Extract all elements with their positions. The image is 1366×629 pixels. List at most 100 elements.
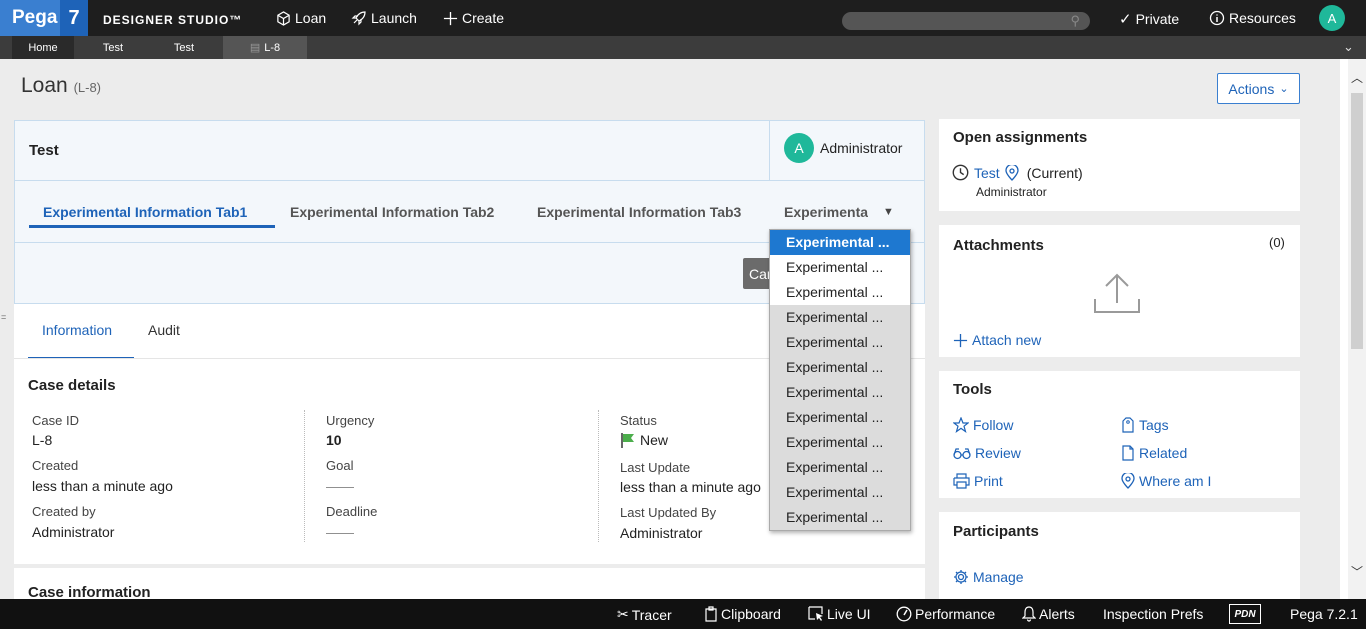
drag-handle-icon[interactable]: = bbox=[1, 312, 6, 322]
assignment-header: Test A Administrator bbox=[15, 121, 924, 181]
dropdown-item[interactable]: Experimental ... bbox=[770, 405, 910, 430]
assignment-link[interactable]: Test bbox=[974, 165, 1000, 181]
case-id-suffix: (L-8) bbox=[73, 80, 102, 95]
scrollbar[interactable]: ︿ ﹀ bbox=[1348, 59, 1366, 599]
tags-link[interactable]: Tags bbox=[1121, 417, 1169, 433]
pdn-button[interactable]: PDN bbox=[1229, 604, 1261, 624]
dropdown-item[interactable]: Experimental ... bbox=[770, 230, 910, 255]
nav-launch[interactable]: Launch bbox=[351, 10, 417, 26]
dropdown-item[interactable]: Experimental ... bbox=[770, 380, 910, 405]
related-link[interactable]: Related bbox=[1121, 445, 1187, 461]
related-label: Related bbox=[1139, 445, 1188, 461]
rocket-icon bbox=[351, 11, 366, 26]
chevron-down-icon[interactable]: ⌄ bbox=[1343, 39, 1354, 55]
assignment-owner: Administrator bbox=[976, 185, 1047, 199]
dropdown-item[interactable]: Experimental ... bbox=[770, 255, 910, 280]
dropdown-item[interactable]: Experimental ... bbox=[770, 280, 910, 305]
clipboard-icon bbox=[705, 606, 717, 622]
scroll-down-icon[interactable]: ﹀ bbox=[1351, 563, 1363, 580]
scroll-up-icon[interactable]: ︿ bbox=[1351, 69, 1363, 86]
dropdown-item[interactable]: Experimental ... bbox=[770, 480, 910, 505]
flag-icon bbox=[621, 433, 634, 448]
review-link[interactable]: Review bbox=[953, 445, 1021, 461]
dropdown-item[interactable]: Experimental ... bbox=[770, 305, 910, 330]
divider bbox=[598, 410, 599, 542]
status-label: Status bbox=[620, 413, 657, 428]
user-avatar[interactable]: A bbox=[1319, 5, 1345, 31]
tracer-button[interactable]: ✂ Tracer bbox=[617, 606, 672, 623]
bell-icon bbox=[1022, 606, 1036, 622]
inspection-prefs-label: Inspection Prefs bbox=[1103, 606, 1204, 622]
top-bar: Pega 7 DESIGNER STUDIO™ Loan Launch Crea… bbox=[0, 0, 1366, 36]
performance-button[interactable]: Performance bbox=[896, 606, 995, 622]
inspection-prefs-button[interactable]: Inspection Prefs bbox=[1103, 606, 1203, 622]
assignee-name: Administrator bbox=[820, 140, 903, 156]
tab-test-2[interactable]: Test bbox=[152, 36, 216, 59]
nav-launch-label: Launch bbox=[371, 10, 417, 26]
search-icon[interactable]: ⚲ bbox=[1070, 13, 1080, 29]
tab-information[interactable]: Information bbox=[42, 322, 112, 338]
triangle-down-icon[interactable]: ▼ bbox=[883, 206, 894, 218]
dropdown-item[interactable]: Experimental ... bbox=[770, 330, 910, 355]
cube-icon bbox=[277, 10, 290, 26]
scrollbar-thumb[interactable] bbox=[1351, 93, 1363, 349]
tab-experimental-4[interactable]: Experimenta bbox=[784, 204, 868, 220]
tab-l8[interactable]: ▤ L-8 bbox=[223, 36, 307, 59]
glasses-icon bbox=[953, 448, 971, 460]
document-icon bbox=[1122, 445, 1134, 461]
tab-test-1[interactable]: Test bbox=[80, 36, 146, 59]
case-information-panel: Case information bbox=[14, 568, 925, 601]
tab-overflow-dropdown[interactable]: Experimental ... Experimental ... Experi… bbox=[769, 229, 911, 531]
tab-experimental-2[interactable]: Experimental Information Tab2 bbox=[290, 204, 494, 220]
nav-create[interactable]: Create bbox=[443, 10, 504, 26]
review-label: Review bbox=[975, 445, 1021, 461]
location-pin-icon[interactable] bbox=[1005, 164, 1019, 181]
dropdown-item[interactable]: Experimental ... bbox=[770, 355, 910, 380]
manage-link[interactable]: Manage bbox=[953, 569, 1024, 585]
clipboard-label: Clipboard bbox=[721, 606, 781, 622]
last-update-value: less than a minute ago bbox=[620, 479, 761, 495]
created-label: Created bbox=[32, 458, 79, 473]
star-icon bbox=[953, 417, 969, 433]
tab-audit[interactable]: Audit bbox=[148, 322, 180, 338]
clipboard-button[interactable]: Clipboard bbox=[704, 606, 781, 622]
tab-experimental-3[interactable]: Experimental Information Tab3 bbox=[537, 204, 741, 220]
attachments-count: (0) bbox=[1269, 235, 1285, 250]
page-title: Loan (L-8) bbox=[21, 74, 101, 98]
assignment-item: Test (Current) bbox=[952, 164, 1083, 181]
print-link[interactable]: Print bbox=[953, 473, 1003, 489]
private-toggle[interactable]: ✓ Private bbox=[1119, 10, 1179, 28]
live-ui-label: Live UI bbox=[827, 606, 871, 622]
dropdown-item[interactable]: Experimental ... bbox=[770, 430, 910, 455]
pega-logo[interactable]: Pega 7 bbox=[0, 0, 88, 36]
attachments-heading: Attachments bbox=[953, 237, 1044, 254]
dropdown-item[interactable]: Experimental ... bbox=[770, 505, 910, 530]
attach-new-link[interactable]: Attach new bbox=[953, 332, 1041, 348]
resources-link[interactable]: Resources bbox=[1209, 10, 1296, 26]
upload-icon[interactable] bbox=[1092, 273, 1142, 315]
live-ui-button[interactable]: Live UI bbox=[808, 606, 871, 622]
nav-create-label: Create bbox=[462, 10, 505, 26]
current-label: (Current) bbox=[1026, 164, 1083, 181]
brand-title: DESIGNER STUDIO™ bbox=[103, 13, 243, 27]
tag-icon bbox=[1122, 417, 1134, 433]
open-assignments-panel: Open assignments Test (Current) Administ… bbox=[939, 119, 1300, 211]
check-icon: ✓ bbox=[1119, 11, 1132, 28]
tab-experimental-1[interactable]: Experimental Information Tab1 bbox=[43, 204, 247, 220]
actions-label: Actions bbox=[1228, 80, 1275, 97]
open-assignments-heading: Open assignments bbox=[953, 129, 1088, 146]
scissors-icon: ✂ bbox=[617, 606, 629, 622]
tab-home[interactable]: Home bbox=[12, 36, 74, 59]
nav-loan[interactable]: Loan bbox=[276, 10, 326, 26]
logo-text: Pega bbox=[12, 7, 58, 28]
where-am-i-link[interactable]: Where am I bbox=[1121, 473, 1211, 489]
follow-link[interactable]: Follow bbox=[953, 417, 1013, 433]
tools-panel: Tools Follow Tags Review Related Print W… bbox=[939, 371, 1300, 498]
dropdown-item[interactable]: Experimental ... bbox=[770, 455, 910, 480]
document-tab-bar: Home Test Test ▤ L-8 ⌄ bbox=[0, 36, 1366, 59]
search-input[interactable]: ⚲ bbox=[842, 12, 1090, 30]
actions-button[interactable]: Actions ⌄ bbox=[1217, 73, 1300, 104]
alerts-button[interactable]: Alerts bbox=[1022, 606, 1075, 622]
created-value: less than a minute ago bbox=[32, 478, 173, 494]
case-type: Loan bbox=[21, 74, 68, 97]
